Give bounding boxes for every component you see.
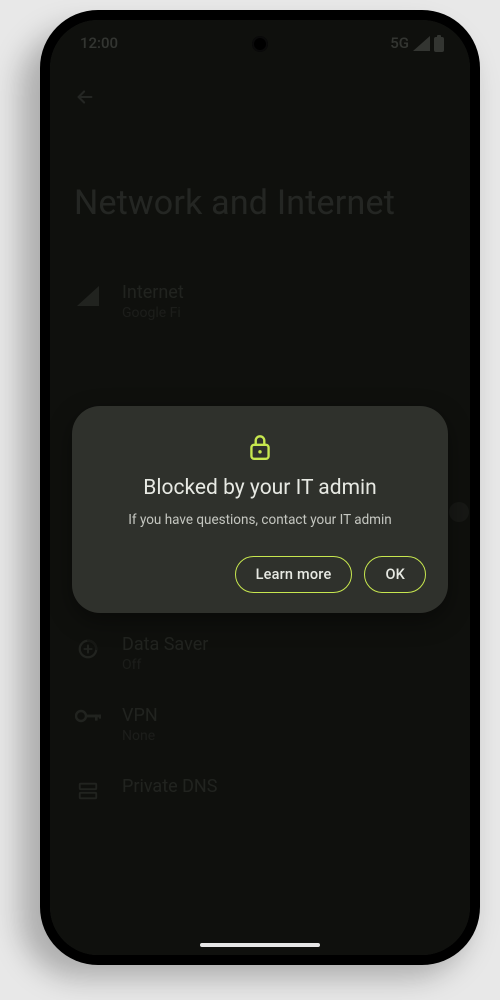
- blocked-by-admin-dialog: Blocked by your IT admin If you have que…: [72, 406, 448, 613]
- camera-punch-hole: [252, 36, 268, 52]
- screen: 12:00 5G Ne: [50, 20, 470, 955]
- dialog-body: If you have questions, contact your IT a…: [128, 512, 392, 528]
- lock-icon: [247, 432, 273, 462]
- dialog-title: Blocked by your IT admin: [143, 476, 376, 500]
- phone-frame: 12:00 5G Ne: [40, 10, 480, 965]
- learn-more-button[interactable]: Learn more: [235, 556, 353, 593]
- ok-button[interactable]: OK: [364, 556, 426, 593]
- gesture-nav-handle[interactable]: [200, 943, 320, 947]
